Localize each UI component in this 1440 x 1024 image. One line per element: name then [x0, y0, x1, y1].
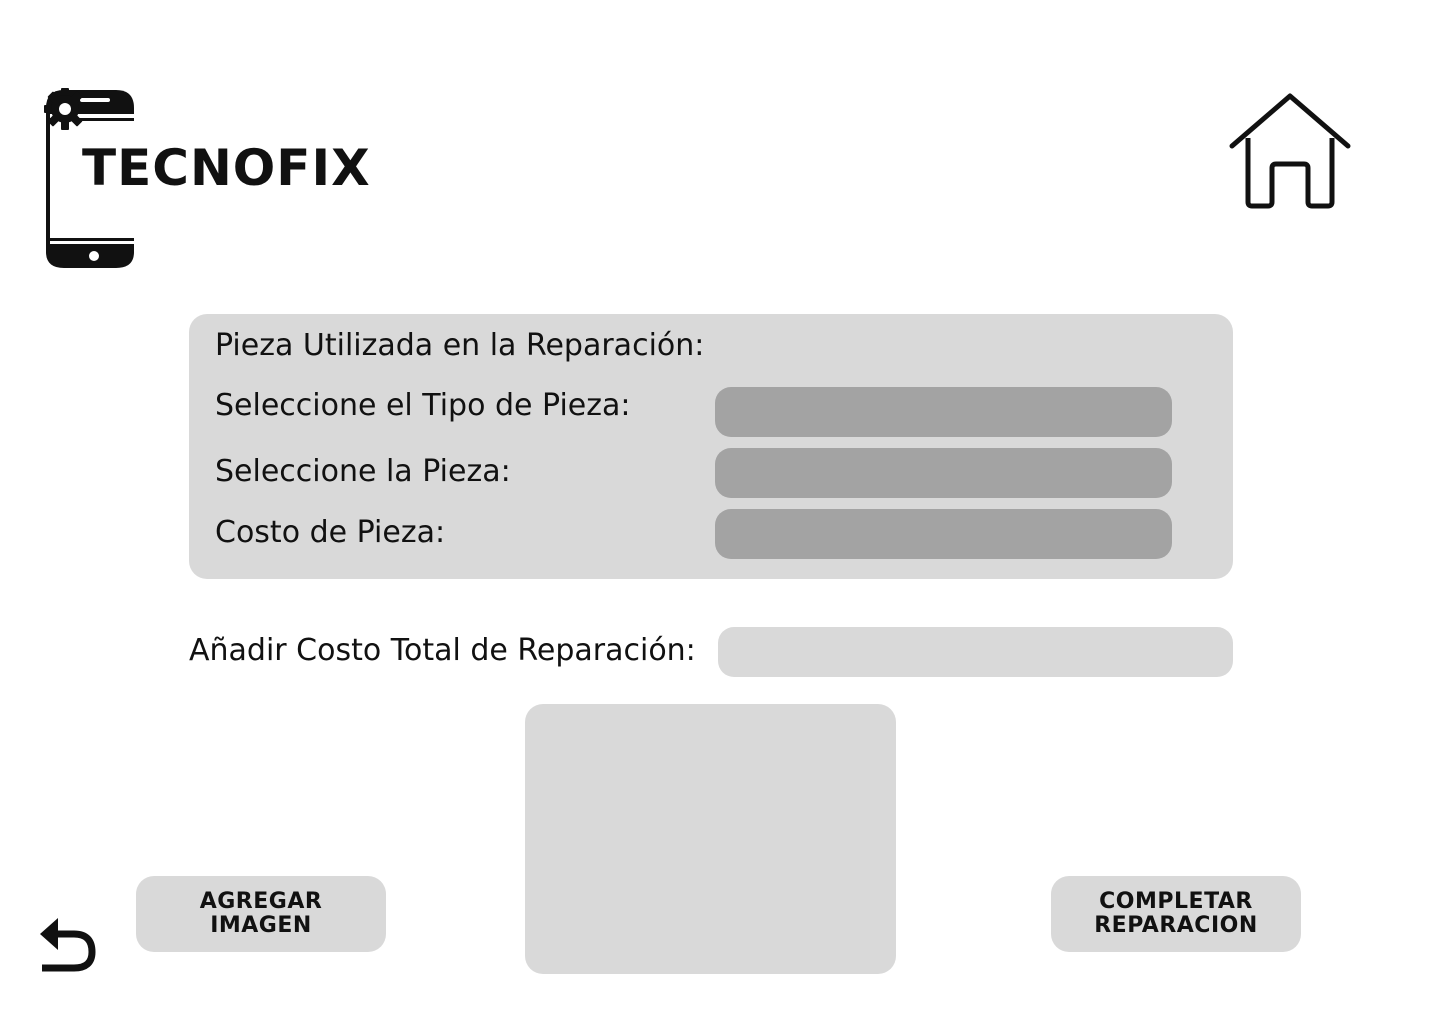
tecnofix-logo: TECNOFIX [44, 88, 424, 270]
add-image-label-line1: AGREGAR [199, 889, 323, 914]
part-label: Seleccione la Pieza: [215, 454, 511, 489]
complete-repair-label-line1: COMPLETAR [1099, 889, 1253, 914]
part-type-label: Seleccione el Tipo de Pieza: [215, 388, 631, 423]
complete-repair-button[interactable]: COMPLETAR REPARACION [1051, 876, 1301, 952]
complete-repair-label-line2: REPARACION [1094, 913, 1258, 938]
home-icon[interactable] [1228, 90, 1352, 212]
total-cost-label: Añadir Costo Total de Reparación: [189, 633, 696, 668]
brand-name: TECNOFIX [82, 139, 371, 197]
total-cost-field[interactable] [718, 627, 1233, 677]
undo-arrow-icon[interactable] [38, 912, 98, 972]
gear-icon [44, 88, 86, 130]
part-type-select[interactable] [715, 387, 1172, 437]
part-cost-label: Costo de Pieza: [215, 515, 446, 550]
repair-parts-screen: TECNOFIX Pieza Utilizada en la Reparació… [0, 0, 1440, 1024]
add-image-label-line2: IMAGEN [210, 913, 312, 938]
panel-title: Pieza Utilizada en la Reparación: [215, 328, 705, 363]
part-cost-field[interactable] [715, 509, 1172, 559]
part-selection-panel: Pieza Utilizada en la Reparación: Selecc… [189, 314, 1233, 579]
add-image-button[interactable]: AGREGAR IMAGEN [136, 876, 386, 952]
image-preview-area [525, 704, 896, 974]
part-select[interactable] [715, 448, 1172, 498]
